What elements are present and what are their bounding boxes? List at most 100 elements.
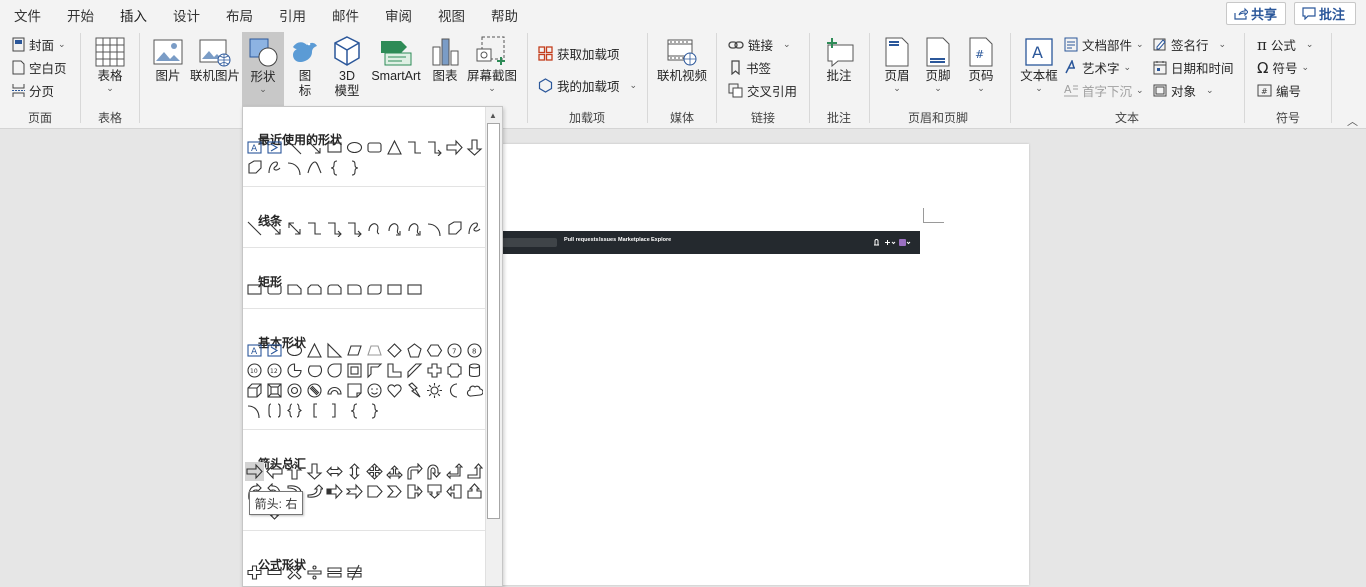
shape-bent-icon[interactable] bbox=[405, 462, 424, 481]
shape-oval-icon[interactable] bbox=[345, 138, 364, 157]
shape-bevel-icon[interactable] bbox=[265, 381, 284, 400]
shape-bentup-icon[interactable] bbox=[465, 462, 484, 481]
shape-snipround-icon[interactable] bbox=[325, 280, 344, 299]
drop-cap-button[interactable]: A 首字下沉 ⌄ bbox=[1064, 81, 1144, 100]
shape-heart-icon[interactable] bbox=[385, 381, 404, 400]
shape-oct-icon[interactable]: 8 bbox=[465, 341, 484, 360]
shape-freeform-icon[interactable] bbox=[445, 219, 464, 238]
signature-line-button[interactable]: 签名行 ⌄ bbox=[1153, 35, 1226, 54]
comments-button[interactable]: 批注 bbox=[1294, 2, 1356, 25]
my-addins-button[interactable]: 我的加载项 ⌄ bbox=[538, 76, 637, 95]
cross-reference-button[interactable]: 交叉引用 bbox=[728, 81, 797, 100]
shape-cloud-icon[interactable] bbox=[465, 381, 484, 400]
shape-textbox-icon[interactable]: A bbox=[245, 138, 264, 157]
online-video-button[interactable]: 联机视频 bbox=[656, 31, 708, 84]
shape-elbowarrow-icon[interactable] bbox=[425, 138, 444, 157]
shape-curve-icon[interactable] bbox=[365, 219, 384, 238]
tab-help[interactable]: 帮助 bbox=[491, 5, 518, 25]
shape-darrow-icon[interactable] bbox=[305, 462, 324, 481]
shape-para-icon[interactable] bbox=[345, 341, 364, 360]
shape-quad-icon[interactable] bbox=[365, 462, 384, 481]
shape-dcallout-icon[interactable] bbox=[425, 482, 444, 501]
tab-file[interactable]: 文件 bbox=[14, 5, 41, 25]
page-number-button[interactable]: # 页码 ⌄ bbox=[963, 31, 999, 93]
shape-sun-icon[interactable] bbox=[425, 381, 444, 400]
shape-larrow-icon[interactable] bbox=[265, 462, 284, 481]
shape-darrow-icon[interactable] bbox=[465, 138, 484, 157]
shape-rbracket-icon[interactable] bbox=[325, 401, 344, 420]
shape-pentagonArr-icon[interactable] bbox=[365, 482, 384, 501]
shape-rect-icon[interactable] bbox=[385, 280, 404, 299]
shape-lbrace-icon[interactable] bbox=[325, 158, 344, 177]
document-page[interactable]: Pull requests Issues Marketplace Explore bbox=[502, 144, 1029, 585]
shape-dec-icon[interactable]: 10 bbox=[245, 361, 264, 380]
shape-scribble-icon[interactable] bbox=[265, 158, 284, 177]
date-time-button[interactable]: 日期和时间 bbox=[1153, 58, 1234, 77]
shape-rrect-icon[interactable] bbox=[265, 280, 284, 299]
blank-page-button[interactable]: 空白页 bbox=[12, 58, 67, 77]
shape-rect-icon[interactable] bbox=[325, 138, 344, 157]
shape-chord-icon[interactable] bbox=[305, 361, 324, 380]
shape-stripedR-icon[interactable] bbox=[325, 482, 344, 501]
shape-rtri-icon[interactable] bbox=[325, 341, 344, 360]
shape-arc-icon[interactable] bbox=[425, 219, 444, 238]
shape-rarrow-icon[interactable] bbox=[445, 138, 464, 157]
shape-moon-icon[interactable] bbox=[445, 381, 464, 400]
table-button[interactable]: 表格 ⌄ bbox=[91, 31, 129, 93]
shape-arcsm-icon[interactable] bbox=[245, 401, 264, 420]
shape-rbrace-icon[interactable] bbox=[365, 401, 384, 420]
shape-tri-icon[interactable] bbox=[385, 138, 404, 157]
shape-nosym-icon[interactable] bbox=[305, 381, 324, 400]
shape-uarrow-icon[interactable] bbox=[285, 462, 304, 481]
text-box-button[interactable]: A 文本框 ⌄ bbox=[1018, 31, 1060, 93]
shape-lshape-icon[interactable] bbox=[385, 361, 404, 380]
shape-arc2-icon[interactable] bbox=[305, 158, 324, 177]
shape-eneq-icon[interactable] bbox=[345, 563, 364, 582]
shape-round2-icon[interactable] bbox=[365, 280, 384, 299]
shape-rbrace-icon[interactable] bbox=[345, 158, 364, 177]
shape-tri-icon[interactable] bbox=[305, 341, 324, 360]
shape-rect-icon[interactable] bbox=[405, 280, 424, 299]
shape-curvedD-icon[interactable] bbox=[305, 482, 324, 501]
shape-pie-icon[interactable] bbox=[285, 361, 304, 380]
shape-bolt-icon[interactable] bbox=[405, 381, 424, 400]
shape-eplus-icon[interactable] bbox=[245, 563, 264, 582]
online-pictures-button[interactable]: 联机图片 bbox=[189, 31, 241, 84]
scroll-up-icon[interactable]: ▲ bbox=[489, 111, 497, 120]
wordart-button[interactable]: 艺术字 ⌄ bbox=[1064, 58, 1131, 77]
shape-dblbrace-icon[interactable] bbox=[285, 401, 304, 420]
shape-chevron-icon[interactable] bbox=[385, 482, 404, 501]
shape-lrarrow-icon[interactable] bbox=[325, 462, 344, 481]
shape-dblarrow-icon[interactable] bbox=[285, 219, 304, 238]
footer-button[interactable]: 页脚 ⌄ bbox=[920, 31, 956, 93]
shape-lbracket-icon[interactable] bbox=[305, 401, 324, 420]
scrollbar-thumb[interactable] bbox=[487, 123, 500, 519]
shape-teardrop-icon[interactable] bbox=[325, 361, 344, 380]
tab-home[interactable]: 开始 bbox=[67, 5, 94, 25]
tab-mailings[interactable]: 邮件 bbox=[332, 5, 359, 25]
shape-frame-icon[interactable] bbox=[345, 361, 364, 380]
shape-hept-icon[interactable]: 7 bbox=[445, 341, 464, 360]
cover-page-button[interactable]: 封面 ⌄ bbox=[12, 35, 66, 54]
pasted-screenshot-image[interactable]: Pull requests Issues Marketplace Explore bbox=[502, 231, 920, 254]
numbering-button[interactable]: # 编号 bbox=[1257, 81, 1301, 100]
icons-button[interactable]: 图标 bbox=[288, 31, 322, 99]
shape-blockarc-icon[interactable] bbox=[325, 381, 344, 400]
tab-design[interactable]: 设计 bbox=[173, 5, 200, 25]
shape-trap-icon[interactable] bbox=[365, 341, 384, 360]
shape-line-icon[interactable] bbox=[245, 219, 264, 238]
tab-review[interactable]: 审阅 bbox=[385, 5, 412, 25]
page-break-button[interactable]: 分页 bbox=[12, 81, 54, 100]
shape-lbrace-icon[interactable] bbox=[345, 401, 364, 420]
collapse-ribbon-icon[interactable]: ︿ bbox=[1347, 113, 1358, 129]
shape-eminus-icon[interactable] bbox=[265, 563, 284, 582]
shape-arc-icon[interactable] bbox=[285, 158, 304, 177]
shape-leftup-icon[interactable] bbox=[445, 462, 464, 481]
smartart-button[interactable]: SmartArt bbox=[368, 31, 424, 84]
shape-dodec-icon[interactable]: 12 bbox=[265, 361, 284, 380]
shape-rect-icon[interactable] bbox=[245, 280, 264, 299]
shape-elbow-icon[interactable] bbox=[305, 219, 324, 238]
tab-insert[interactable]: 插入 bbox=[120, 5, 147, 30]
shape-arrowline-icon[interactable] bbox=[265, 219, 284, 238]
shape-vtextbox-icon[interactable] bbox=[265, 341, 284, 360]
